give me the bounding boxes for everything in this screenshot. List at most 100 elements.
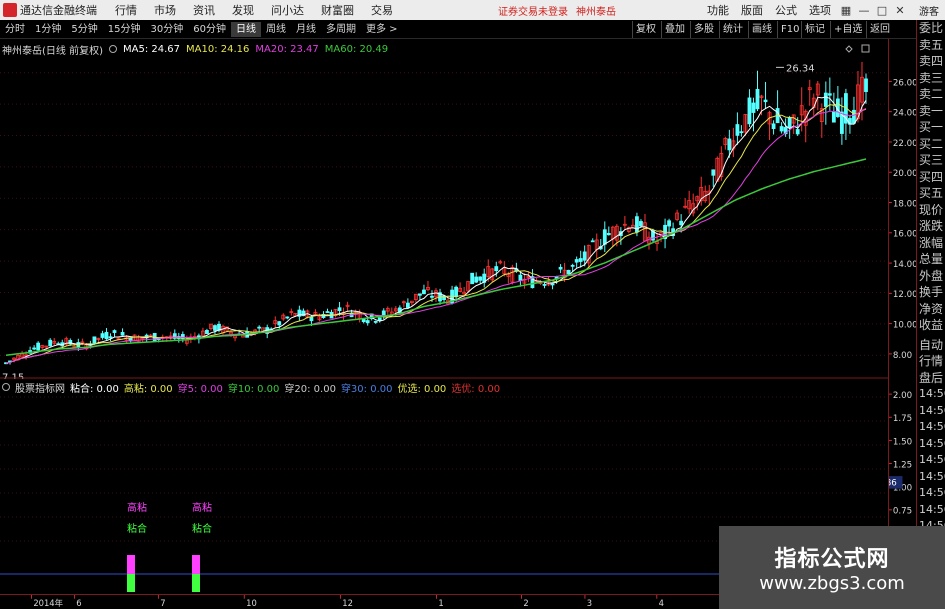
side-item-quote[interactable]: 行情 — [917, 353, 945, 370]
side-item-turnover[interactable]: 换手 — [917, 284, 945, 301]
timeline-label: 4 — [659, 598, 664, 608]
app-title: 通达信金融终端 — [20, 4, 97, 17]
side-item-volume[interactable]: 总量 — [917, 251, 945, 268]
guest-label[interactable]: 游客 — [919, 3, 939, 18]
tab-1min[interactable]: 1分钟 — [30, 22, 66, 37]
app-logo-icon — [3, 3, 17, 17]
signal-bar-top — [127, 555, 135, 574]
tab-monthly[interactable]: 月线 — [291, 22, 321, 37]
watermark: 指标公式网 www.zbgs3.com — [719, 526, 945, 609]
mark-button[interactable]: 标记 — [801, 21, 828, 38]
current-value-label: 0.86 — [888, 479, 897, 489]
side-item-buy5[interactable]: 买五 — [917, 185, 945, 202]
side-item-buy1[interactable]: 买一 — [917, 119, 945, 136]
price-axis: 26.00 24.00 22.00 20.00 18.00 16.00 14.00 12.00… — [888, 39, 916, 594]
menu-market[interactable]: 行情 — [115, 2, 137, 18]
tab-multi-period[interactable]: 多周期 — [321, 22, 361, 37]
side-item-outer[interactable]: 外盘 — [917, 268, 945, 285]
menu-trade[interactable]: 交易 — [371, 2, 393, 18]
candlestick-chart[interactable]: 26.347.15 — [0, 39, 888, 379]
close-icon[interactable]: ✕ — [891, 1, 909, 19]
tab-15min[interactable]: 15分钟 — [103, 22, 146, 37]
indicator-tick-label: 0.75 — [893, 507, 912, 517]
tab-5min[interactable]: 5分钟 — [66, 22, 102, 37]
stats-button[interactable]: 统计 — [719, 21, 746, 38]
notice-stock-name[interactable]: 神州泰岳 — [576, 3, 616, 18]
menu-marketplace[interactable]: 市场 — [154, 2, 176, 18]
multi-stock-button[interactable]: 多股 — [690, 21, 717, 38]
maximize-icon[interactable]: □ — [873, 1, 891, 19]
quote-side-panel: 委比 卖五 卖四 卖三 卖二 卖一 买一 买二 买三 买四 买五 现价 涨跌 涨… — [916, 20, 945, 609]
tab-30min[interactable]: 30分钟 — [145, 22, 188, 37]
draw-button[interactable]: 画线 — [748, 21, 775, 38]
back-button[interactable]: 返回 — [866, 21, 893, 38]
tab-intraday[interactable]: 分时 — [0, 22, 30, 37]
side-item-sell3[interactable]: 卖三 — [917, 70, 945, 87]
tab-daily[interactable]: 日线 — [230, 21, 261, 37]
tab-more[interactable]: 更多 > — [361, 22, 403, 37]
candle-body — [639, 221, 643, 227]
menu-options[interactable]: 选项 — [809, 2, 831, 18]
candle-body — [257, 326, 262, 329]
side-item-buy3[interactable]: 买三 — [917, 152, 945, 169]
ma60-label: MA60: 20.49 — [324, 43, 389, 55]
price-tick-label: 16.00 — [893, 230, 916, 240]
candle-body — [494, 266, 499, 272]
candle-body — [602, 229, 607, 245]
tick-time: 14:56 — [919, 436, 945, 450]
side-item-weibi[interactable]: 委比 — [917, 20, 945, 37]
side-item-change[interactable]: 涨跌 — [917, 218, 945, 235]
ma5-label: MA5: 24.67 — [122, 43, 180, 55]
candle-body — [751, 102, 756, 113]
tab-weekly[interactable]: 周线 — [261, 22, 291, 37]
candle-body — [735, 124, 740, 136]
high-price-label: 26.34 — [786, 63, 815, 74]
menu-news[interactable]: 资讯 — [193, 2, 215, 18]
candle-body — [550, 283, 555, 286]
candle-body — [852, 109, 856, 124]
side-item-earnings[interactable]: 收益 — [917, 317, 945, 334]
side-item-net-asset[interactable]: 净资 — [917, 301, 945, 318]
menu-ask[interactable]: 问小达 — [271, 2, 304, 18]
side-item-sell2[interactable]: 卖二 — [917, 86, 945, 103]
menu-layout[interactable]: 版面 — [741, 2, 763, 18]
minimize-icon[interactable]: — — [855, 1, 873, 19]
tick-time: 14:56 — [919, 420, 945, 433]
overlay-button[interactable]: 叠加 — [661, 21, 688, 38]
adjust-button[interactable]: 复权 — [632, 21, 659, 38]
grid-icon[interactable]: ▦ — [837, 1, 855, 19]
menu-community[interactable]: 财富圈 — [321, 2, 354, 18]
side-item-sell1[interactable]: 卖一 — [917, 103, 945, 120]
side-item-change-pct[interactable]: 涨幅 — [917, 235, 945, 252]
side-item-price[interactable]: 现价 — [917, 202, 945, 219]
tab-60min[interactable]: 60分钟 — [188, 22, 231, 37]
side-item-after-hours[interactable]: 盘后 — [917, 370, 945, 387]
login-notice[interactable]: 证券交易未登录 — [498, 3, 568, 18]
menu-discover[interactable]: 发现 — [232, 2, 254, 18]
side-item-buy4[interactable]: 买四 — [917, 169, 945, 186]
period-toolbar: 分时 1分钟 5分钟 15分钟 30分钟 60分钟 日线 周线 月线 多周期 更… — [0, 20, 945, 39]
candle-body — [337, 307, 342, 311]
settings-circle-icon[interactable] — [108, 45, 117, 53]
tick-time: 14:56 — [919, 387, 945, 400]
signal-label-bottom: 粘合 — [127, 522, 147, 535]
timeline-label: 12 — [342, 598, 353, 608]
f10-button[interactable]: F10 — [777, 21, 802, 38]
candle-body — [405, 302, 410, 308]
side-item-sell4[interactable]: 卖四 — [917, 53, 945, 70]
menu-function[interactable]: 功能 — [707, 2, 729, 18]
indicator-tick-label: 1.50 — [893, 437, 912, 447]
side-item-buy2[interactable]: 买二 — [917, 136, 945, 153]
add-watchlist-button[interactable]: +自选 — [830, 21, 865, 38]
side-item-auto[interactable]: 自动 — [917, 337, 945, 354]
candle-body — [755, 88, 760, 110]
indicator-settings-icon[interactable] — [2, 383, 10, 391]
candle-body — [325, 311, 330, 313]
ind-item-4: 穿20: 0.00 — [284, 383, 336, 395]
ind-item-1: 高粘: 0.00 — [123, 383, 173, 395]
side-item-sell5[interactable]: 卖五 — [917, 37, 945, 54]
menu-formula[interactable]: 公式 — [775, 2, 797, 18]
candle-body — [787, 117, 792, 129]
timeline-label: 7 — [160, 598, 165, 608]
price-tick-label: 8.00 — [893, 351, 912, 361]
